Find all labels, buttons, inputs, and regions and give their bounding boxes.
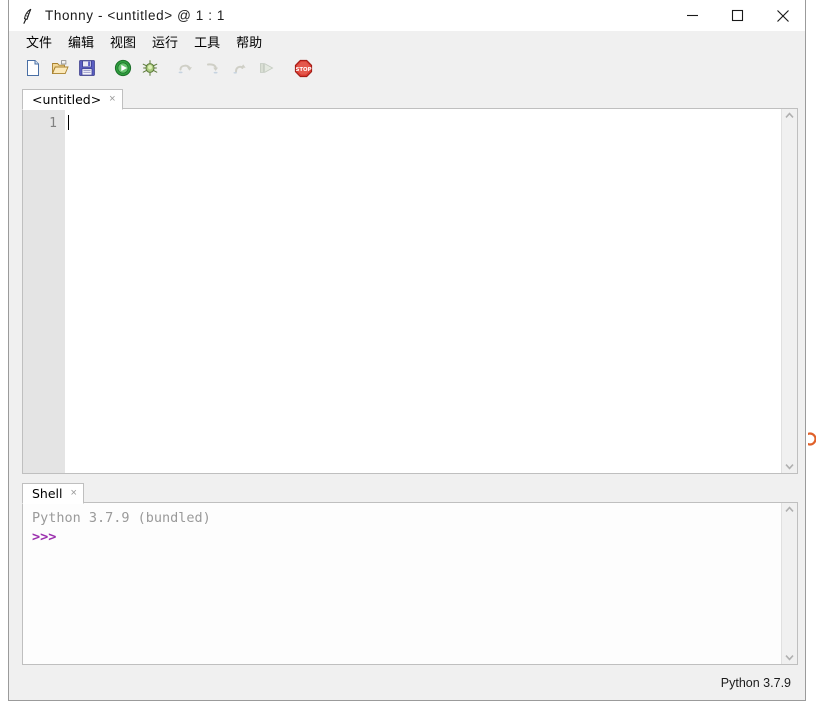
toolbar: STOP	[9, 52, 805, 84]
step-over-button[interactable]	[176, 58, 196, 78]
shell-scroll-down-icon[interactable]	[785, 654, 794, 661]
menu-run[interactable]: 运行	[145, 31, 185, 52]
shell-tab-close-icon[interactable]: ×	[71, 488, 77, 499]
menu-edit[interactable]: 编辑	[61, 31, 101, 52]
editor-scroll-down-icon[interactable]	[785, 463, 794, 470]
open-file-icon	[51, 60, 69, 75]
run-icon	[114, 59, 132, 77]
editor-text-area[interactable]	[65, 109, 781, 473]
shell-banner: Python 3.7.9 (bundled)	[32, 510, 211, 526]
menu-bar: 文件 编辑 视图 运行 工具 帮助	[9, 31, 805, 52]
menu-help[interactable]: 帮助	[229, 31, 269, 52]
maximize-button[interactable]	[715, 0, 760, 31]
window-controls	[670, 0, 805, 31]
shell-vertical-scrollbar[interactable]	[781, 503, 797, 664]
editor-line-numbers: 1	[23, 109, 65, 473]
background-window-sliver	[808, 428, 816, 450]
new-file-icon	[27, 60, 39, 76]
resume-button[interactable]	[257, 58, 277, 78]
shell-prompt: >>>	[32, 529, 57, 545]
debug-bug-icon	[142, 60, 158, 76]
editor-tab-label: <untitled>	[32, 92, 102, 107]
menu-view[interactable]: 视图	[103, 31, 143, 52]
run-button[interactable]	[113, 58, 133, 78]
window-title: Thonny - <untitled> @ 1 : 1	[45, 8, 225, 23]
minimize-icon	[687, 14, 698, 17]
maximize-icon	[731, 9, 744, 22]
new-file-button[interactable]	[23, 58, 43, 78]
step-out-icon	[233, 64, 246, 74]
svg-text:STOP: STOP	[295, 67, 311, 73]
line-number: 1	[49, 116, 57, 131]
stop-icon: STOP	[294, 59, 312, 77]
save-file-button[interactable]	[77, 58, 97, 78]
shell-scroll-up-icon[interactable]	[785, 506, 794, 513]
menu-tools[interactable]: 工具	[187, 31, 227, 52]
debug-button[interactable]	[140, 58, 160, 78]
editor-vertical-scrollbar[interactable]	[781, 109, 797, 473]
step-into-icon	[207, 63, 219, 74]
stop-button[interactable]: STOP	[293, 58, 313, 78]
save-file-icon	[79, 60, 95, 76]
title-bar: Thonny - <untitled> @ 1 : 1	[9, 0, 805, 31]
editor-tab-untitled[interactable]: <untitled> ×	[22, 89, 123, 110]
close-icon	[776, 9, 789, 22]
editor-scroll-up-icon[interactable]	[785, 112, 794, 119]
editor-tab-close-icon[interactable]: ×	[109, 94, 115, 105]
step-out-button[interactable]	[230, 58, 250, 78]
step-into-button[interactable]	[203, 58, 223, 78]
shell-tab[interactable]: Shell ×	[22, 483, 84, 504]
editor-frame: 1	[22, 108, 798, 474]
minimize-button[interactable]	[670, 0, 715, 31]
menu-file[interactable]: 文件	[19, 31, 59, 52]
editor-tabstrip: <untitled> ×	[22, 87, 798, 110]
open-file-button[interactable]	[50, 58, 70, 78]
interpreter-status[interactable]: Python 3.7.9	[721, 676, 791, 690]
shell-tabstrip: Shell ×	[22, 481, 798, 504]
thonny-main-window: Thonny - <untitled> @ 1 : 1 文件 编辑 视图 运行 …	[8, 0, 806, 701]
editor-notebook: <untitled> × 1	[22, 87, 798, 474]
shell-notebook: Shell × Python 3.7.9 (bundled) >>>	[22, 481, 798, 665]
shell-tab-label: Shell	[32, 486, 63, 501]
status-bar: Python 3.7.9	[9, 665, 805, 700]
resume-icon	[260, 62, 274, 74]
step-over-icon	[178, 64, 192, 74]
text-caret	[68, 115, 69, 130]
shell-output-area[interactable]: Python 3.7.9 (bundled) >>>	[23, 503, 781, 664]
shell-frame: Python 3.7.9 (bundled) >>>	[22, 502, 798, 665]
close-button[interactable]	[760, 0, 805, 31]
feather-quill-icon	[17, 5, 39, 27]
